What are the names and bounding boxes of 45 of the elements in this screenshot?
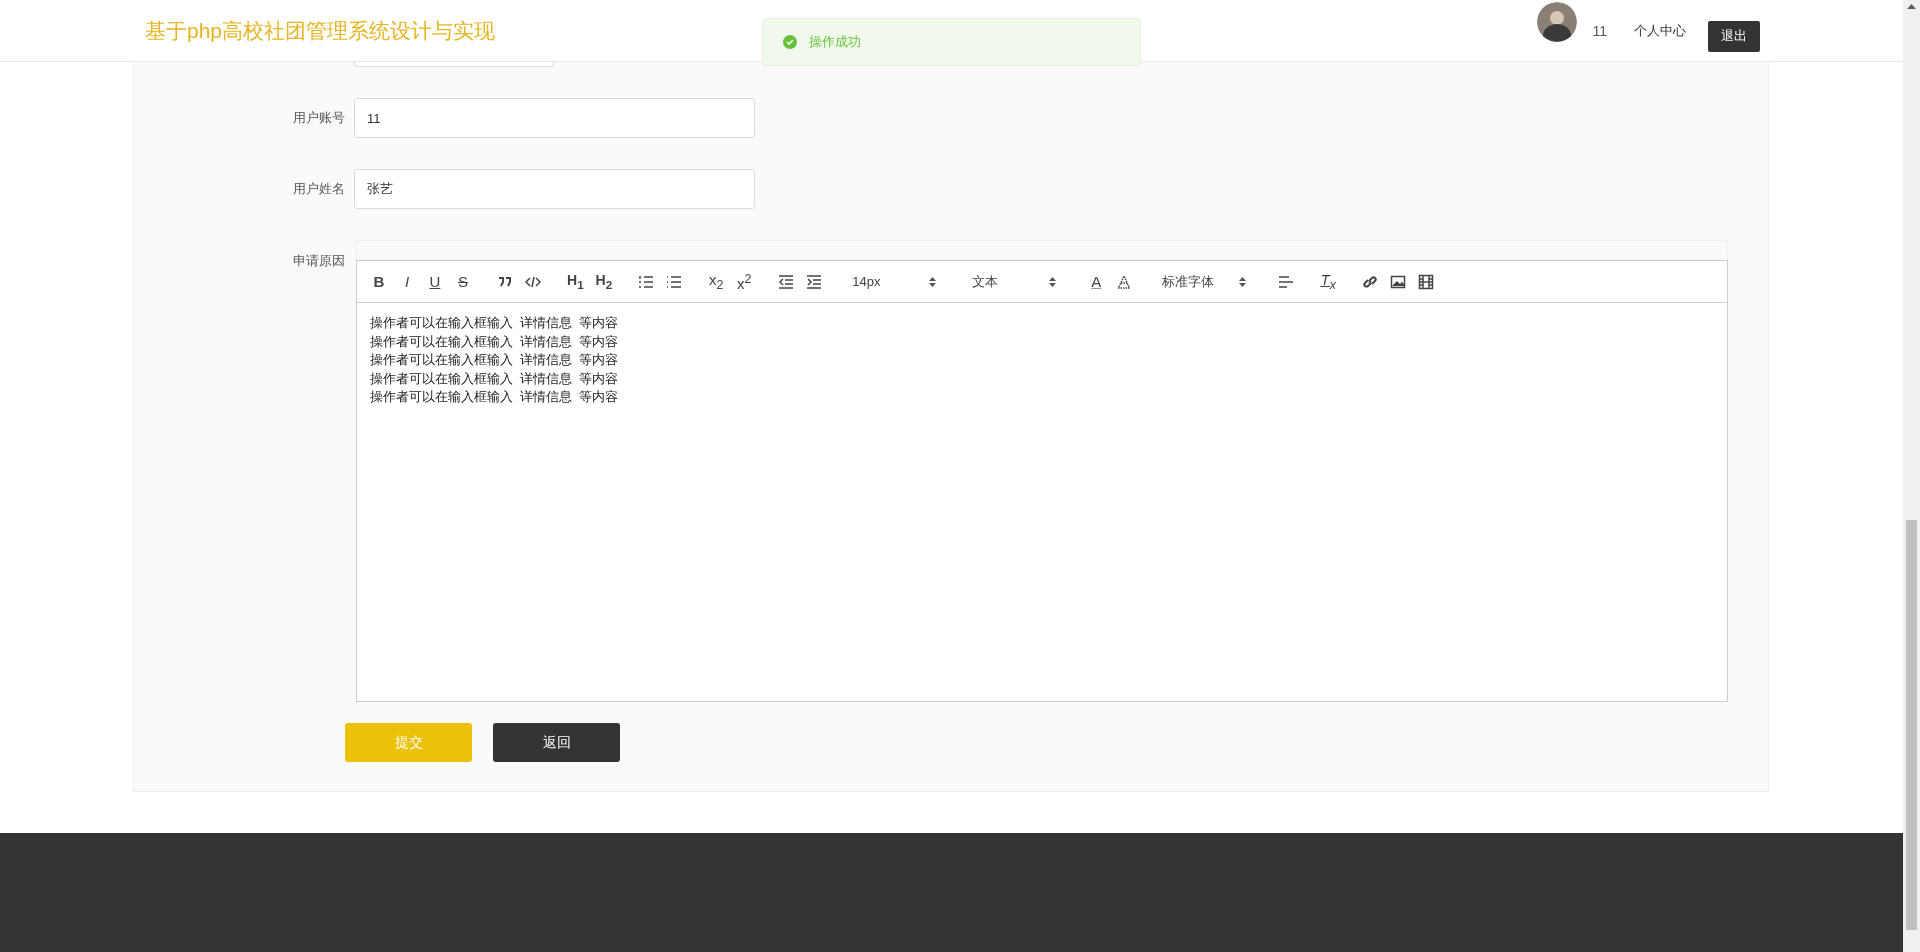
heading-button[interactable]: H$_{2}$ [595, 272, 613, 291]
updown-caret-icon [1239, 276, 1247, 287]
dropdown[interactable]: 文本 [968, 272, 1057, 291]
script-button[interactable]: x$_{2}$ [708, 271, 725, 292]
check-icon [783, 35, 797, 49]
script-button[interactable]: x$^{2}$ [736, 272, 753, 291]
dropdown[interactable]: 标准字体 [1158, 272, 1247, 291]
link-icon[interactable] [1362, 273, 1379, 290]
logout-button[interactable]: 退出 [1708, 20, 1760, 52]
avatar[interactable] [1537, 1, 1578, 42]
numbered-list-icon[interactable] [638, 273, 655, 290]
editor-text-line: 操作者可以在输入框输入 详情信息 等内容 [370, 389, 619, 406]
align-left-icon[interactable] [1278, 273, 1295, 290]
scrollbar-thumb[interactable] [1906, 520, 1917, 930]
underline-button[interactable]: U [427, 274, 443, 289]
input-field[interactable]: 张艺 [354, 169, 755, 209]
editor-area[interactable]: 操作者可以在输入框输入 详情信息 等内容 操作者可以在输入框输入 详情信息 等内容 操作者可以在输入框输入 详情信息 等内容 操作者可以在输入框输入 详情信息 等内容 操作者可以在输入框输入 详情信息 等内容 [356, 303, 1728, 702]
profile-link[interactable]: 个人中心 [1634, 21, 1686, 40]
editor-text-line: 操作者可以在输入框输入 详情信息 等内容 [370, 352, 619, 369]
film-icon[interactable] [1418, 273, 1435, 290]
field-label: 用户姓名 [292, 180, 345, 198]
bold-button[interactable]: B [371, 274, 387, 289]
field-label: 申请原因 [292, 252, 345, 270]
updown-caret-icon [1049, 276, 1057, 287]
username: 11 [1592, 22, 1607, 39]
back-button[interactable]: 返回 [493, 723, 620, 762]
input-field[interactable] [354, 62, 554, 67]
color-button[interactable]: A [1088, 274, 1105, 289]
editor-text-line: 操作者可以在输入框输入 详情信息 等内容 [370, 370, 619, 388]
image-icon[interactable] [1390, 273, 1407, 290]
field-label: 用户账号 [292, 109, 345, 127]
highlight-icon[interactable] [1116, 273, 1133, 290]
editor-text-line: 操作者可以在输入框输入 详情信息 等内容 [370, 315, 619, 332]
strike-button[interactable]: S [455, 274, 471, 289]
input-field[interactable]: 11 [354, 98, 755, 138]
indent-icon[interactable] [806, 273, 823, 290]
editor-text-line: 操作者可以在输入框输入 详情信息 等内容 [370, 333, 619, 351]
updown-caret-icon [929, 276, 937, 287]
outdent-icon[interactable] [778, 273, 795, 290]
dropdown[interactable]: 14px [848, 274, 937, 289]
toast-message: 操作成功 [809, 33, 861, 51]
clean-button[interactable]: T$_{x}$ [1320, 271, 1337, 292]
italic-button[interactable]: I [399, 274, 415, 289]
bullet-list-icon[interactable] [666, 273, 683, 290]
heading-button[interactable]: H$_{1}$ [567, 272, 584, 291]
